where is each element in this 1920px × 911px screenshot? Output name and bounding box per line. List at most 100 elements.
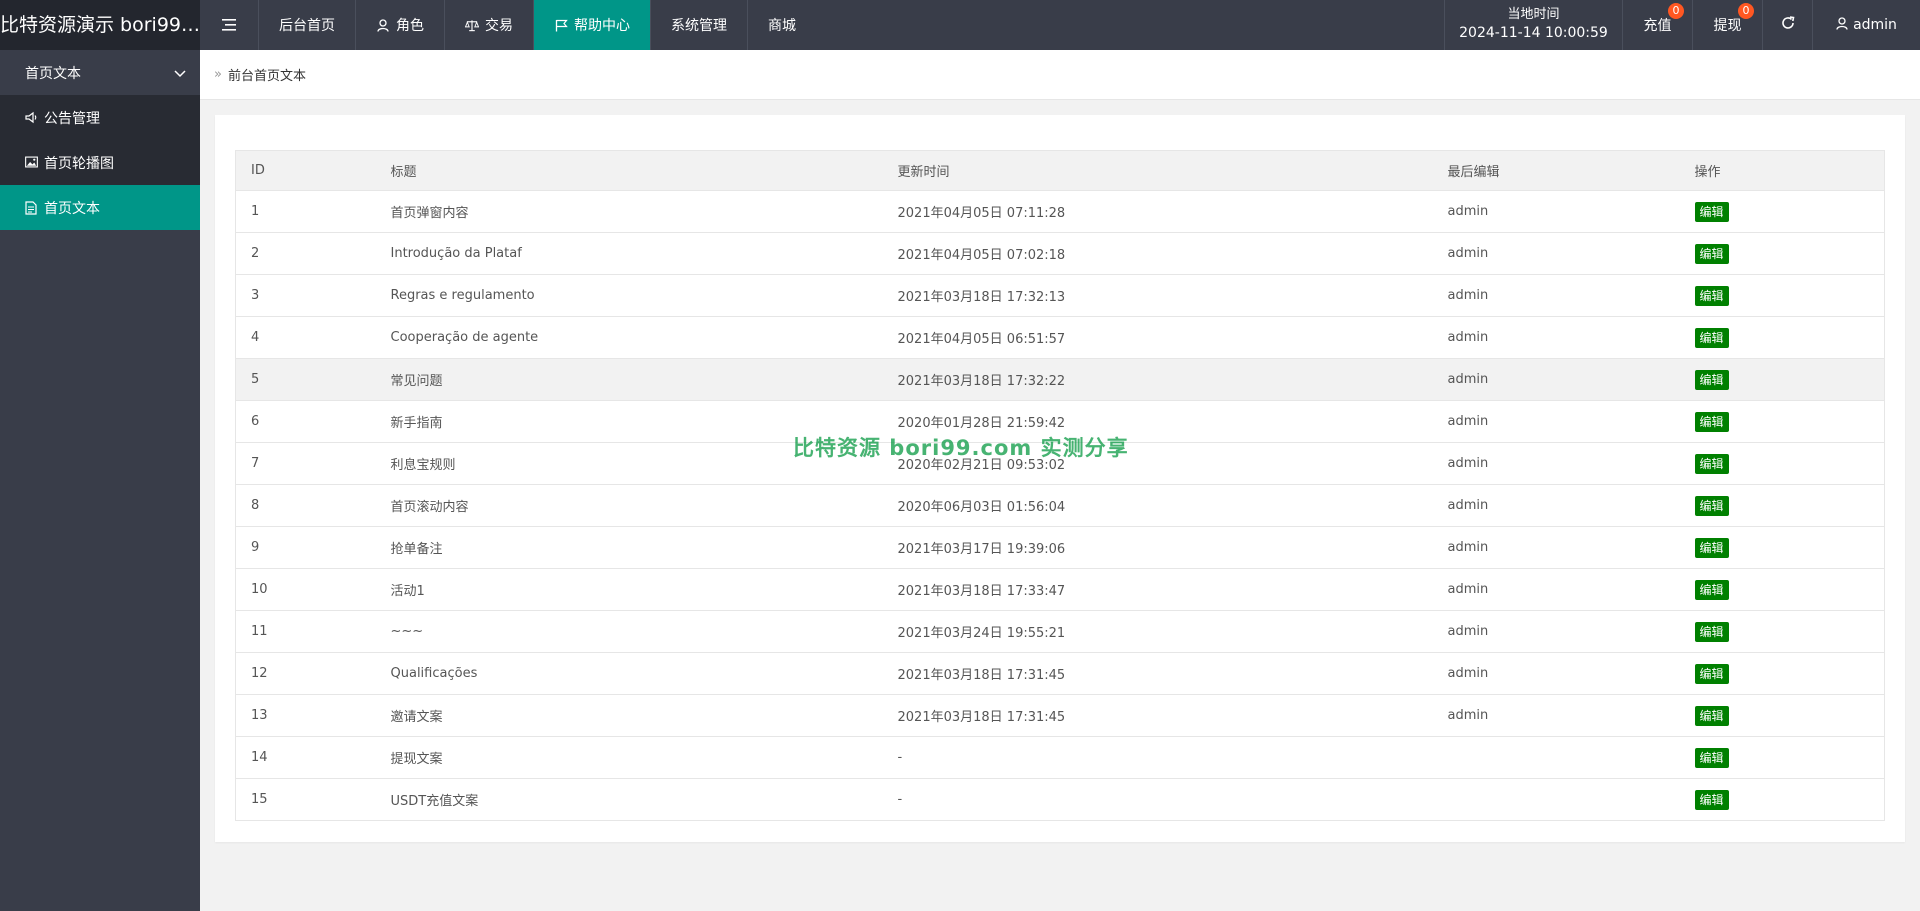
cell-actions: 编辑	[1679, 232, 1885, 275]
cell-editor: admin	[1432, 232, 1680, 275]
cell-updated: 2021年04月05日 07:11:28	[882, 190, 1433, 233]
cell-actions: 编辑	[1679, 442, 1885, 485]
cell-updated: 2021年03月18日 17:31:45	[882, 652, 1433, 695]
edit-button[interactable]: 编辑	[1694, 411, 1729, 432]
cell-id: 5	[235, 358, 376, 401]
cell-editor: admin	[1432, 610, 1680, 653]
double-chevron-right-icon: »	[214, 67, 222, 82]
table-row: 8 首页滚动内容 2020年06月03日 01:56:04 admin 编辑	[235, 484, 1885, 527]
cell-title: 新手指南	[375, 400, 883, 443]
edit-button[interactable]: 编辑	[1694, 285, 1729, 306]
nav-help-center[interactable]: 帮助中心	[534, 0, 651, 50]
cell-updated: 2020年01月28日 21:59:42	[882, 400, 1433, 443]
cell-editor: admin	[1432, 568, 1680, 611]
recharge-label: 充值	[1643, 18, 1672, 34]
flag-icon	[554, 18, 568, 32]
recharge-badge: 0	[1668, 3, 1684, 19]
withdraw-button[interactable]: 提现 0	[1692, 0, 1762, 50]
content-card: ID 标题 更新时间 最后编辑 操作 1 首页弹窗内容 2021年04月05日 07…	[215, 115, 1905, 842]
breadcrumb: » 前台首页文本	[200, 50, 1920, 100]
document-icon	[25, 201, 38, 215]
edit-button[interactable]: 编辑	[1694, 201, 1729, 222]
cell-editor: admin	[1432, 190, 1680, 233]
cell-id: 14	[235, 736, 376, 779]
table-row: 11 ~~~ 2021年03月24日 19:55:21 admin 编辑	[235, 610, 1885, 653]
sidebar-group-label: 首页文本	[25, 65, 81, 82]
cell-actions: 编辑	[1679, 316, 1885, 359]
nav-dashboard[interactable]: 后台首页	[259, 0, 356, 50]
edit-button[interactable]: 编辑	[1694, 495, 1729, 516]
cell-actions: 编辑	[1679, 694, 1885, 737]
cell-actions: 编辑	[1679, 484, 1885, 527]
menu-toggle-button[interactable]	[200, 0, 259, 50]
nav-mall[interactable]: 商城	[748, 0, 816, 50]
recharge-button[interactable]: 充值 0	[1622, 0, 1692, 50]
table-row: 6 新手指南 2020年01月28日 21:59:42 admin 编辑	[235, 400, 1885, 443]
speaker-icon	[25, 111, 38, 124]
edit-button[interactable]: 编辑	[1694, 579, 1729, 600]
cell-id: 15	[235, 778, 376, 821]
cell-actions: 编辑	[1679, 526, 1885, 569]
edit-button[interactable]: 编辑	[1694, 663, 1729, 684]
cell-id: 12	[235, 652, 376, 695]
nav-roles[interactable]: 角色	[356, 0, 445, 50]
scale-icon	[465, 18, 479, 32]
table-row: 4 Cooperação de agente 2021年04月05日 06:51:5…	[235, 316, 1885, 359]
cell-id: 13	[235, 694, 376, 737]
cell-id: 2	[235, 232, 376, 275]
cell-id: 9	[235, 526, 376, 569]
edit-button[interactable]: 编辑	[1694, 705, 1729, 726]
cell-title: Qualificações	[375, 652, 883, 695]
cell-title: 利息宝规则	[375, 442, 883, 485]
nav-system[interactable]: 系统管理	[651, 0, 748, 50]
cell-actions: 编辑	[1679, 736, 1885, 779]
local-time-label: 当地时间	[1507, 7, 1560, 23]
table-body: 1 首页弹窗内容 2021年04月05日 07:11:28 admin 编辑 2 Intro…	[235, 190, 1885, 821]
cell-title: 常见问题	[375, 358, 883, 401]
sidebar-group-home-text[interactable]: 首页文本	[0, 50, 200, 95]
cell-actions: 编辑	[1679, 358, 1885, 401]
refresh-button[interactable]	[1762, 0, 1812, 50]
cell-updated: 2020年02月21日 09:53:02	[882, 442, 1433, 485]
cell-id: 7	[235, 442, 376, 485]
table-row: 2 Introdução da Plataf 2021年04月05日 07:02:1…	[235, 232, 1885, 275]
cell-updated: 2020年06月03日 01:56:04	[882, 484, 1433, 527]
cell-title: Introdução da Plataf	[375, 232, 883, 275]
edit-button[interactable]: 编辑	[1694, 369, 1729, 390]
edit-button[interactable]: 编辑	[1694, 747, 1729, 768]
user-menu[interactable]: admin	[1812, 0, 1920, 50]
table-row: 10 活动1 2021年03月18日 17:33:47 admin 编辑	[235, 568, 1885, 611]
nav-label: 角色	[396, 18, 424, 34]
cell-title: 邀请文案	[375, 694, 883, 737]
user-icon	[376, 18, 390, 32]
cell-title: 首页弹窗内容	[375, 190, 883, 233]
cell-editor: admin	[1432, 316, 1680, 359]
cell-updated: -	[882, 778, 1433, 821]
edit-button[interactable]: 编辑	[1694, 621, 1729, 642]
cell-updated: 2021年03月18日 17:31:45	[882, 694, 1433, 737]
cell-title: Regras e regulamento	[375, 274, 883, 317]
cell-updated: 2021年03月18日 17:33:47	[882, 568, 1433, 611]
edit-button[interactable]: 编辑	[1694, 453, 1729, 474]
brand-title: 比特资源演示 bori99.c...	[0, 0, 200, 50]
top-nav-right: 当地时间 2024-11-14 10:00:59 充值 0 提现 0 admin	[1444, 0, 1920, 50]
edit-button[interactable]: 编辑	[1694, 789, 1729, 810]
sidebar: 首页文本 公告管理 首页轮播图 首页文本	[0, 50, 200, 911]
table-row: 3 Regras e regulamento 2021年03月18日 17:32:1…	[235, 274, 1885, 317]
nav-trade[interactable]: 交易	[445, 0, 534, 50]
local-time: 当地时间 2024-11-14 10:00:59	[1444, 0, 1622, 50]
image-icon	[25, 156, 38, 169]
cell-title: Cooperação de agente	[375, 316, 883, 359]
sidebar-item-announcements[interactable]: 公告管理	[0, 95, 200, 140]
sidebar-item-carousel[interactable]: 首页轮播图	[0, 140, 200, 185]
cell-actions: 编辑	[1679, 190, 1885, 233]
column-header-editor: 最后编辑	[1432, 150, 1680, 191]
edit-button[interactable]: 编辑	[1694, 537, 1729, 558]
edit-button[interactable]: 编辑	[1694, 243, 1729, 264]
menu-icon	[222, 18, 236, 32]
nav-label: 商城	[768, 18, 796, 34]
sidebar-item-home-text[interactable]: 首页文本	[0, 185, 200, 230]
edit-button[interactable]: 编辑	[1694, 327, 1729, 348]
cell-id: 6	[235, 400, 376, 443]
breadcrumb-current[interactable]: 前台首页文本	[228, 65, 306, 84]
